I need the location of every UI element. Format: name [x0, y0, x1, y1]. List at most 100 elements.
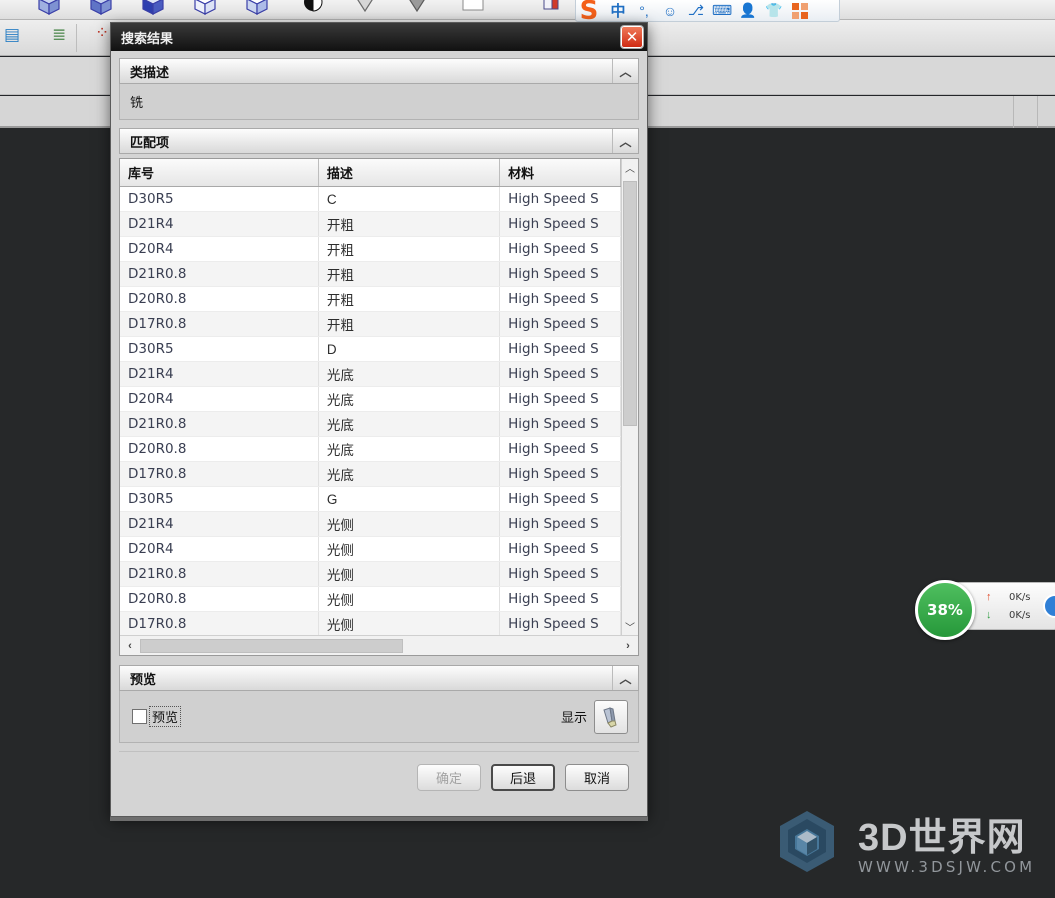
horizontal-scrollbar[interactable]: ‹ › — [120, 635, 638, 655]
cell-description: 光底 — [318, 436, 501, 462]
matches-header[interactable]: 匹配项 ︿ — [119, 128, 639, 154]
preview-label: 预览 — [130, 671, 157, 687]
cell-library-no: D20R4 — [120, 386, 319, 412]
cell-description: G — [318, 486, 501, 512]
table-row[interactable]: D21R4 光侧 High Speed S — [120, 511, 621, 537]
app-toolbar-top: ▼ — [0, 0, 1055, 20]
back-button[interactable]: 后退 — [491, 764, 555, 791]
cell-material: High Speed S — [499, 286, 621, 312]
cube-view-icon[interactable] — [36, 0, 62, 17]
scroll-down-icon[interactable]: ﹀ — [621, 618, 638, 635]
cell-material: High Speed S — [499, 336, 621, 362]
cell-library-no: D21R4 — [120, 361, 319, 387]
preview-header[interactable]: 预览 ︿ — [119, 665, 639, 691]
cell-library-no: D20R0.8 — [120, 436, 319, 462]
cell-material: High Speed S — [499, 186, 621, 212]
cube-view-icon[interactable] — [244, 0, 270, 17]
cell-material: High Speed S — [499, 561, 621, 587]
search-results-dialog: 搜索结果 ✕ 类描述 ︿ 铣 匹配项 ︿ 库号 描述 材料 D30R5 C Hi… — [110, 22, 648, 817]
table-row[interactable]: D21R0.8 开粗 High Speed S — [120, 261, 621, 287]
csys-axis-icon[interactable]: ⁘ — [95, 24, 109, 41]
table-row[interactable]: D30R5 D High Speed S — [120, 336, 621, 362]
table-row[interactable]: D21R0.8 光底 High Speed S — [120, 411, 621, 437]
chevron-up-icon[interactable]: ︿ — [612, 129, 638, 153]
cell-material: High Speed S — [499, 486, 621, 512]
dialog-titlebar[interactable]: 搜索结果 ✕ — [111, 23, 647, 51]
cell-description: 光侧 — [318, 561, 501, 587]
cube-view-icon[interactable] — [88, 0, 114, 17]
site-watermark: 3D世界网 WWW.3DSJW.COM — [768, 805, 1035, 888]
skin-icon[interactable]: 👕 — [762, 1, 786, 21]
cube-view-icon[interactable] — [192, 0, 218, 17]
class-description-value[interactable]: 铣 — [119, 84, 639, 120]
cell-library-no: D21R4 — [120, 511, 319, 537]
close-icon[interactable]: ✕ — [621, 26, 643, 48]
scroll-up-icon[interactable]: ︿ — [621, 159, 638, 176]
user-icon[interactable]: 👤 — [736, 1, 760, 21]
column-header-material[interactable]: 材料 — [499, 159, 621, 187]
punctuation-icon[interactable]: °, — [632, 1, 656, 21]
table-row[interactable]: D17R0.8 开粗 High Speed S — [120, 311, 621, 337]
cell-material: High Speed S — [499, 236, 621, 262]
end-mill-tool-icon[interactable] — [594, 699, 628, 734]
table-row[interactable]: D17R0.8 光侧 High Speed S — [120, 611, 621, 635]
class-description-header[interactable]: 类描述 ︿ — [119, 58, 639, 84]
matches-table[interactable]: 库号 描述 材料 D30R5 C High Speed S D21R4 开粗 High S… — [120, 159, 621, 635]
vertical-scroll-thumb[interactable] — [622, 181, 637, 426]
table-row[interactable]: D20R0.8 光底 High Speed S — [120, 436, 621, 462]
table-header-row: 库号 描述 材料 — [120, 159, 621, 187]
cell-description: 光侧 — [318, 511, 501, 537]
table-row[interactable]: D20R4 光底 High Speed S — [120, 386, 621, 412]
cell-description: 开粗 — [318, 211, 501, 237]
table-row[interactable]: D20R4 光侧 High Speed S — [120, 536, 621, 562]
column-header-description[interactable]: 描述 — [318, 159, 501, 187]
dialog-button-bar: 确定 后退 取消 — [119, 751, 639, 803]
app-grid-icon[interactable] — [788, 1, 812, 21]
cell-description: 光侧 — [318, 586, 501, 612]
cube-view-icon[interactable] — [140, 0, 166, 17]
panel-divider — [1013, 96, 1014, 128]
scroll-right-icon[interactable]: › — [618, 637, 638, 655]
chevron-up-icon[interactable]: ︿ — [612, 59, 638, 83]
keyboard-icon[interactable]: ⌨ — [710, 1, 734, 21]
blank-box-icon[interactable] — [460, 0, 486, 19]
vertical-scrollbar[interactable]: ︿ ﹀ — [621, 159, 638, 635]
table-row[interactable]: D20R4 开粗 High Speed S — [120, 236, 621, 262]
download-progress-ring[interactable]: 38% — [915, 580, 975, 640]
chevron-up-icon[interactable]: ︿ — [612, 666, 638, 690]
section-red-icon[interactable] — [538, 0, 564, 17]
table-row[interactable]: D17R0.8 光底 High Speed S — [120, 461, 621, 487]
cell-description: 光底 — [318, 386, 501, 412]
scroll-left-icon[interactable]: ‹ — [120, 637, 140, 655]
cancel-button[interactable]: 取消 — [565, 764, 629, 791]
ok-button[interactable]: 确定 — [417, 764, 481, 791]
download-arrow-icon: ↓ — [986, 609, 992, 621]
cell-material: High Speed S — [499, 611, 621, 635]
ime-toolbar[interactable]: 中 °, ☺ ⎇ ⌨ 👤 👕 — [575, 0, 840, 22]
column-header-library-no[interactable]: 库号 — [120, 159, 319, 187]
shade-half-icon[interactable] — [300, 0, 326, 17]
table-row[interactable]: D30R5 G High Speed S — [120, 486, 621, 512]
table-row[interactable]: D21R4 开粗 High Speed S — [120, 211, 621, 237]
preview-checkbox-group[interactable]: 预览 — [132, 706, 182, 727]
layer-list-icon[interactable]: ≣ — [52, 26, 66, 43]
table-row[interactable]: D30R5 C High Speed S — [120, 186, 621, 212]
emoji-icon[interactable]: ☺ — [658, 1, 682, 21]
preview-checkbox[interactable] — [132, 709, 147, 724]
chinese-mode-icon[interactable]: 中 — [606, 1, 630, 21]
table-row[interactable]: D20R0.8 光侧 High Speed S — [120, 586, 621, 612]
table-row[interactable]: D21R4 光底 High Speed S — [120, 361, 621, 387]
horizontal-scroll-track[interactable] — [140, 638, 618, 653]
cell-description: 光侧 — [318, 611, 501, 635]
shade-flat-icon[interactable] — [404, 0, 430, 17]
table-row[interactable]: D20R0.8 开粗 High Speed S — [120, 286, 621, 312]
horizontal-scroll-thumb[interactable] — [140, 638, 403, 653]
layers-icon[interactable]: ▤ — [4, 26, 20, 43]
table-row[interactable]: D21R0.8 光侧 High Speed S — [120, 561, 621, 587]
upload-speed-value: 0K/s — [1009, 591, 1031, 603]
vertical-scroll-track[interactable] — [622, 176, 639, 618]
microphone-icon[interactable]: ⎇ — [684, 1, 708, 21]
shade-down-icon[interactable] — [352, 0, 378, 17]
cell-description: D — [318, 336, 501, 362]
upload-arrow-icon: ↑ — [986, 591, 992, 603]
